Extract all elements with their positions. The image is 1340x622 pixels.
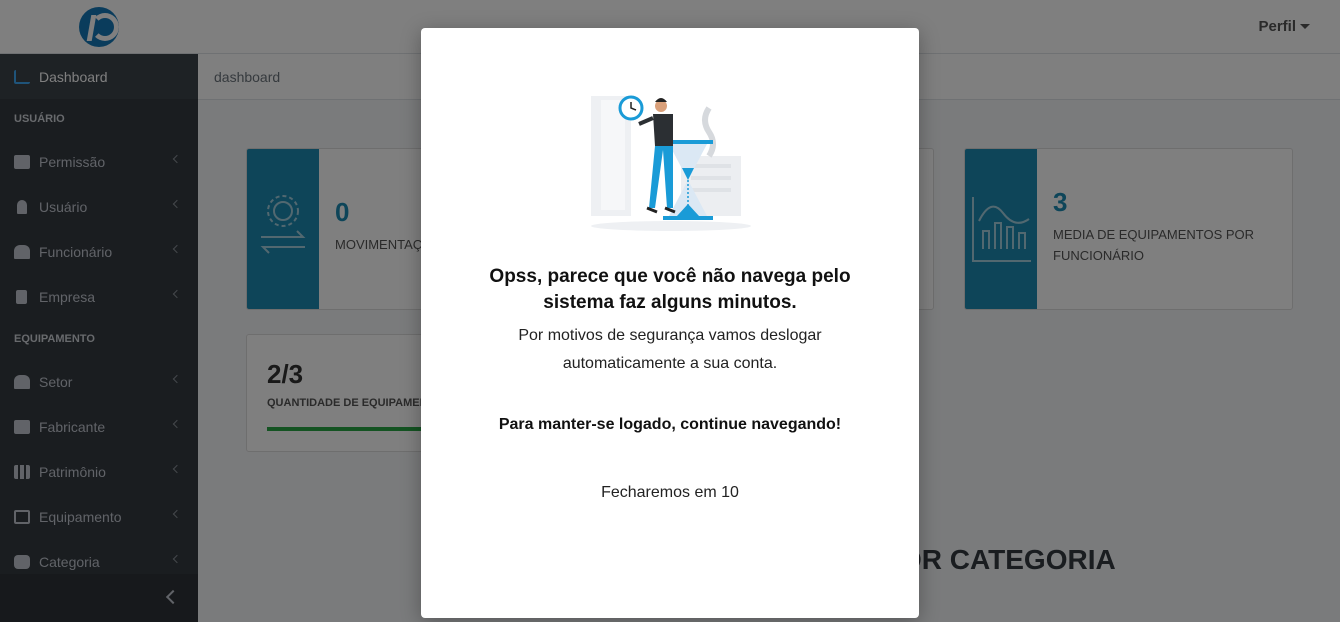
- hourglass-illustration: [591, 95, 751, 231]
- modal-sub-line2: automaticamente a sua conta.: [562, 355, 778, 372]
- modal-sub-line1: Por motivos de segurança vamos deslogar: [518, 327, 822, 344]
- session-timeout-modal: Opss, parece que você não navega pelo si…: [421, 28, 919, 618]
- modal-countdown: Fecharemos em 10: [601, 484, 739, 501]
- modal-keep-logged-text: Para manter-se logado, continue navegand…: [498, 416, 842, 433]
- modal-title: Opss, parece que você não navega pelo si…: [451, 264, 889, 316]
- modal-title-line2: sistema faz alguns minutos.: [543, 292, 797, 313]
- modal-title-line1: Opss, parece que você não navega pelo: [489, 266, 851, 287]
- modal-subtitle: Por motivos de segurança vamos deslogar …: [461, 322, 879, 378]
